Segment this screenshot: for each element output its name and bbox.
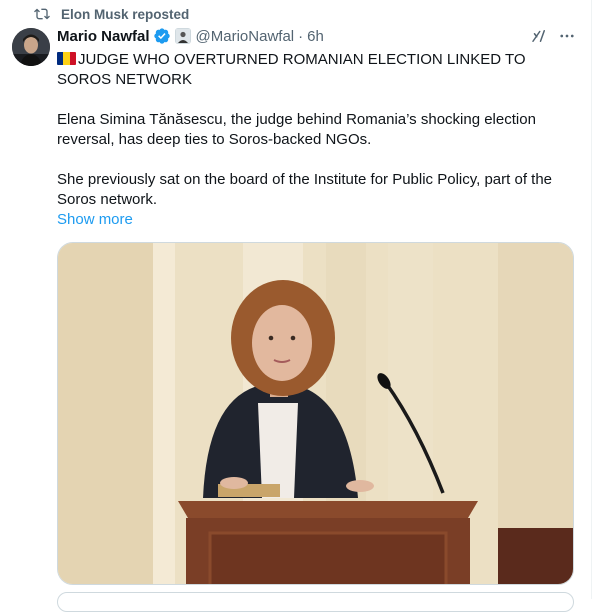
tweet-header: Mario Nawfal @MarioNawfal · 6h [57, 26, 324, 46]
avatar[interactable] [12, 28, 50, 66]
more-options-icon[interactable] [558, 27, 576, 45]
repost-context[interactable]: Elon Musk reposted [34, 4, 189, 24]
show-more-link[interactable]: Show more [57, 210, 133, 230]
separator-dot: · [298, 27, 304, 45]
tweet-paragraph-2: She previously sat on the board of the I… [57, 171, 552, 208]
headline-line: JUDGE WHO OVERTURNED ROMANIAN ELECTION L… [57, 50, 582, 90]
romania-flag-icon [57, 52, 76, 65]
repost-label: Elon Musk reposted [61, 6, 190, 22]
verified-badge-icon[interactable] [153, 27, 171, 45]
author-handle[interactable]: @MarioNawfal [196, 28, 295, 45]
next-card-edge [57, 592, 574, 612]
tweet-photo[interactable] [57, 242, 574, 585]
author-name[interactable]: Mario Nawfal [57, 28, 150, 45]
tweet-paragraph-1: Elena Simina Tănăsescu, the judge behind… [57, 111, 536, 148]
repost-icon [34, 8, 50, 20]
timestamp[interactable]: 6h [307, 28, 324, 45]
tweet-headline: JUDGE WHO OVERTURNED ROMANIAN ELECTION L… [57, 51, 526, 88]
affiliate-badge-icon[interactable] [174, 28, 191, 44]
timeline-border [591, 0, 592, 599]
grok-icon[interactable] [530, 27, 548, 45]
tweet-text: JUDGE WHO OVERTURNED ROMANIAN ELECTION L… [57, 50, 582, 210]
